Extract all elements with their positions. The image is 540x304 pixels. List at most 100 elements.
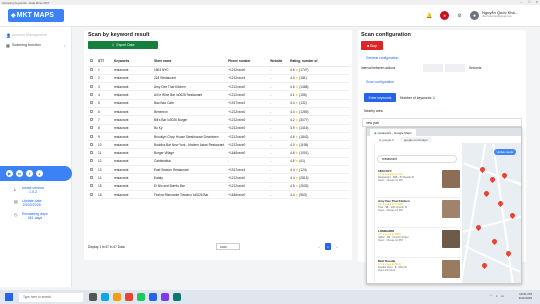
table-row[interactable]: 12 restaurant Cabbinalisa - -4.5 ★ (41) [88,157,350,167]
per-page-select[interactable]: 1000 [216,243,240,250]
task-view-icon[interactable] [89,293,97,301]
table-row[interactable]: 1 restaurant 1803 NYC +1212xxxx0-4.6 ★ (174… [88,66,350,75]
column-header[interactable]: Store name [152,57,227,67]
row-checkbox[interactable] [90,192,93,196]
table-header-row: STT Keywords Store name Phone number Web… [88,57,350,67]
cell-stt: 7 [96,115,112,125]
app-logo[interactable]: ◆ MKT MAPS [8,9,64,22]
row-checkbox[interactable] [90,101,93,105]
row-checkbox[interactable] [90,184,93,188]
table-row[interactable]: 2 restaurant 218 Restaurant +1212xxxx4-4.0 … [88,74,350,84]
wifi-icon[interactable]: ◠ [490,294,493,298]
messenger-icon[interactable]: m [16,170,23,177]
map-pin-icon[interactable] [488,175,497,184]
select-all-header[interactable] [88,57,96,67]
maps-results-list[interactable]: 1803 NYC 4.6 ★★★★★ (1,747) Restaurant · … [377,168,461,283]
maps-result-item[interactable]: Mott Noodle 4.4 ★★★★★ (512) Noodle shop … [377,258,461,283]
row-checkbox[interactable] [90,126,93,130]
table-row[interactable]: 10 restaurant Buddha-Bar New York - Modern… [88,140,350,150]
table-row[interactable]: 4 restaurant Ail Ie Wine Bar \u0026 Restau… [88,90,350,100]
maps-result-item[interactable]: LOMBARDI 4.5 ★★★★★ (980) Italian · $$ · … [377,228,461,258]
map-pin-icon[interactable] [490,237,499,246]
maps-search-box[interactable]: restaurant [377,155,457,163]
row-checkbox[interactable] [90,176,93,179]
excel-icon[interactable] [137,293,145,301]
windows-start-icon[interactable] [5,293,13,301]
volume-icon[interactable]: ◖ [496,294,498,298]
minimize-button[interactable]: — [520,0,523,4]
row-checkbox[interactable] [90,142,93,146]
mkt-maps-app-icon[interactable] [149,293,157,301]
youtube-icon[interactable]: ▶ [6,170,13,177]
prev-page-button[interactable]: ‹ [316,243,322,250]
table-row[interactable]: 6 restaurant Benemon +1212xxxx0-4.4 ★ (1255… [88,107,350,117]
stop-button[interactable]: ■ Stop [361,41,383,50]
notification-bell-icon[interactable]: 🔔 [425,11,434,20]
column-header[interactable]: Rating, number of [288,57,350,67]
edge-browser-icon[interactable] [101,293,109,301]
zalo-icon[interactable]: z [36,170,43,177]
interval-max-input[interactable] [445,64,465,72]
settings-gear-icon[interactable]: ⚙ [455,11,464,20]
browser-address-bar[interactable]: Q google.fr google.com/maps [367,136,521,143]
sidebar-item-account-management[interactable]: 👤 Account Management [0,30,71,40]
nearby-area-input[interactable]: new york [362,118,522,127]
export-data-button[interactable]: ⇩ Export Data [88,41,158,49]
facebook-icon[interactable]: f [26,170,33,177]
maximize-button[interactable]: ☐ [528,0,531,4]
cell-stt: 9 [96,132,112,142]
maps-result-item[interactable]: 1803 NYC 4.6 ★★★★★ (1,747) Restaurant · … [377,168,461,198]
row-checkbox[interactable] [90,167,93,171]
enter-keywords-button[interactable]: Enter keywords [364,93,396,102]
select-all-checkbox[interactable] [90,59,93,63]
maps-result-item[interactable]: Amy Dee Thai Kitchen 4.6 ★★★★★ (1,468) T… [377,198,461,228]
table-row[interactable]: 9 restaurant Brooklyn Chop House Steakhous… [88,132,350,142]
maps-canvas[interactable]: Update results [462,143,521,283]
browser-tab[interactable]: ◉ restaurant - Google Maps [370,129,416,136]
column-header[interactable]: Phone number [226,57,269,67]
update-results-button[interactable]: Update results [494,149,516,155]
row-checkbox[interactable] [90,109,93,113]
page-button-current[interactable]: 1 [325,243,331,250]
chrome-icon[interactable] [125,293,133,301]
row-checkbox[interactable] [90,68,93,72]
table-row[interactable]: 15 restaurant El Nio and Burrito Bar +1212x… [88,182,350,191]
map-pin-icon[interactable] [504,249,513,258]
column-header[interactable]: Website [268,57,289,67]
sidebar: 👤 Account Management ▦ Scanning function… [0,27,72,287]
map-pin-icon[interactable] [482,189,491,198]
row-checkbox[interactable] [90,151,93,155]
table-row[interactable]: 7 restaurant Bill's Bar \u0026 Burger +1212… [88,115,350,125]
next-page-button[interactable]: › [334,243,340,250]
battery-icon[interactable]: ▭ [501,294,504,298]
map-pin-icon[interactable] [480,261,489,270]
table-row[interactable]: 5 restaurant Bao Bao Cafe +1917xxxx2-4.4 ★ … [88,99,350,109]
row-checkbox[interactable] [90,117,93,121]
taskbar-search[interactable]: Type here to search [19,292,83,302]
sidebar-item-scanning-function[interactable]: ▦ Scanning function › [0,40,71,50]
column-header[interactable]: Keywords [112,57,152,67]
app-icon[interactable] [173,293,181,301]
interval-min-input[interactable] [423,64,443,72]
table-row[interactable]: 11 restaurant Burger Village +1646xxxx0-4.6… [88,148,350,158]
row-checkbox[interactable] [90,134,93,138]
file-explorer-icon[interactable] [113,293,121,301]
close-button[interactable]: ✕ [535,0,538,4]
row-checkbox[interactable] [90,159,93,163]
column-header[interactable]: STT [96,57,112,67]
cell-rating: 4.4 ★ (1255) [288,107,350,117]
table-row[interactable]: 8 restaurant Bo Ky +1212xxxx0-3.9 ★ (1416) [88,124,350,133]
system-clock[interactable]: 10:51 PM 3/24/2025 [519,292,532,300]
language-flag-icon[interactable]: ★ [440,11,449,20]
table-row[interactable]: 16 restaurant Fiorina Ristorante Toscano \… [88,190,350,200]
row-checkbox[interactable] [90,76,93,80]
user-profile[interactable]: Nguyễn Quốc Khá... thanhvienmkt@gmail.co… [482,10,518,18]
row-checkbox[interactable] [90,84,93,88]
table-row[interactable]: 13 restaurant East Season Restaurant +1917x… [88,165,350,175]
avatar-icon[interactable]: ● [470,11,479,20]
app-icon[interactable] [161,293,169,301]
table-row[interactable]: 3 restaurant Amy Dee Thai Kitchen +1212xxxx… [88,82,350,92]
results-table-wrapper[interactable]: STT Keywords Store name Phone number Web… [88,57,350,237]
row-checkbox[interactable] [90,93,93,97]
table-row[interactable]: 14 restaurant Eataly +1212xxxx0-4.4 ★ (2813… [88,173,350,183]
